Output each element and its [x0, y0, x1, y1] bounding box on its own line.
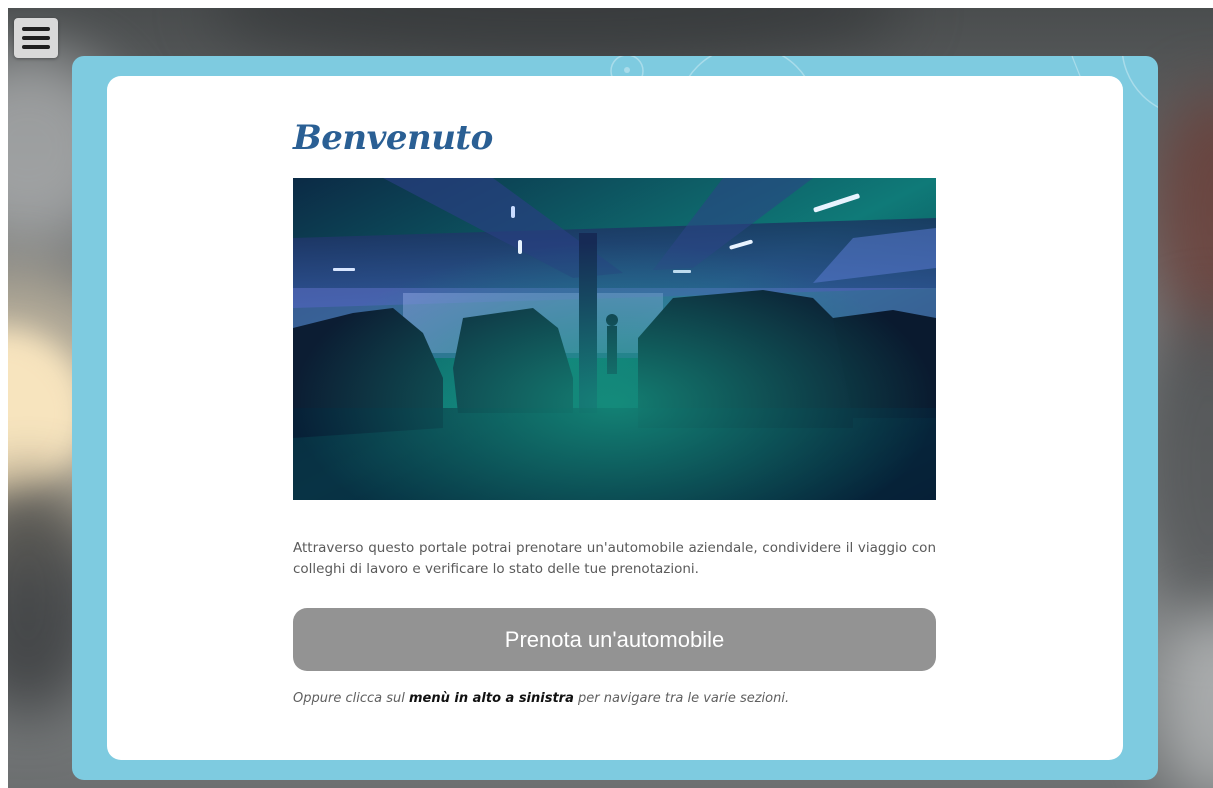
page-title: Benvenuto — [293, 118, 493, 158]
navigation-hint: Oppure clicca sul menù in alto a sinistr… — [293, 691, 936, 706]
welcome-card: Benvenuto Attraverso questo portale potr… — [107, 76, 1123, 760]
hint-menu-emphasis: menù in alto a sinistra — [408, 691, 574, 706]
welcome-content: Benvenuto Attraverso questo portale potr… — [293, 112, 936, 706]
hero-image — [293, 178, 936, 500]
page-viewport: Benvenuto Attraverso questo portale potr… — [8, 8, 1213, 788]
content-frame: Benvenuto Attraverso questo portale potr… — [72, 56, 1158, 780]
hamburger-menu-icon[interactable] — [14, 18, 58, 58]
intro-text: Attraverso questo portale potrai prenota… — [293, 540, 936, 577]
hint-prefix: Oppure clicca sul — [293, 691, 409, 706]
book-car-button[interactable]: Prenota un'automobile — [293, 608, 936, 671]
hint-suffix: per navigare tra le varie sezioni. — [573, 691, 790, 706]
